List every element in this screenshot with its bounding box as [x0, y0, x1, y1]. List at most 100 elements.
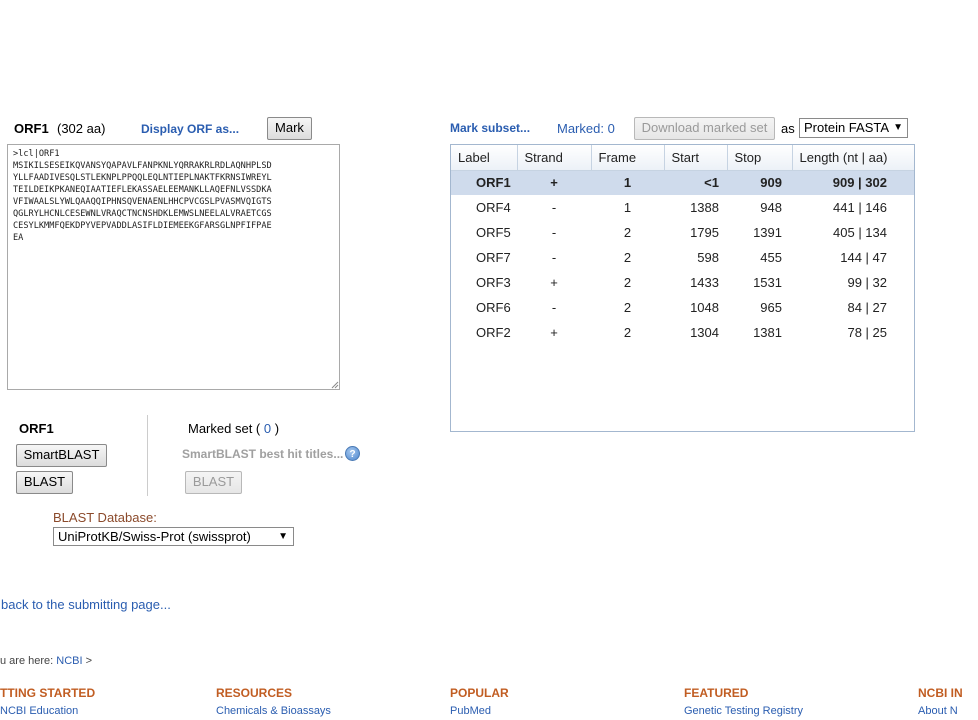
footer-link-chemicals[interactable]: Chemicals & Bioassays	[216, 705, 331, 717]
orf-cell-start: 1795	[690, 225, 719, 240]
orf-cell-length: 909 | 302	[792, 170, 914, 195]
footer-heading-resources: RESOURCES	[216, 686, 293, 700]
blast-database-select[interactable]: UniProtKB/Swiss-Prot (swissprot) ▼	[53, 527, 294, 546]
breadcrumb-ncbi-link[interactable]: NCBI	[56, 655, 82, 667]
footer-heading-getting-started: TTING STARTED	[0, 686, 96, 700]
orf-cell-length: 99 | 32	[847, 275, 887, 290]
blast-orf-label: ORF1	[19, 421, 54, 436]
orf-cell-start: 1304	[690, 325, 719, 340]
orf-cell-frame: 2	[623, 275, 632, 290]
mark-subset-link[interactable]: Mark subset...	[450, 121, 530, 135]
orf-cell-stop: 1381	[753, 325, 782, 340]
footer-heading-featured: FEATURED	[684, 686, 749, 700]
orf-cell-strand: -	[551, 250, 557, 265]
blast-marked-button[interactable]: BLAST	[185, 471, 242, 494]
orf-cell-frame: 2	[623, 325, 632, 340]
column-header-stop[interactable]: Stop	[727, 145, 793, 171]
orf-table-row[interactable]: ORF6 - 2 1048 965 84 | 27	[451, 295, 914, 320]
orf-cell-strand: -	[551, 225, 557, 240]
sequence-textarea[interactable]: >lcl|ORF1 MSIKILSESEIKQVANSYQAPAVLFANPKN…	[7, 144, 340, 390]
orf-cell-length: 144 | 47	[840, 250, 887, 265]
breadcrumb: u are here: NCBI >	[0, 655, 92, 667]
smartblast-hits-link: SmartBLAST best hit titles...	[182, 447, 344, 461]
marked-set-prefix: Marked set (	[188, 421, 261, 436]
footer-link-education[interactable]: NCBI Education	[0, 705, 78, 717]
orf-aa-count: (302 aa)	[57, 121, 106, 136]
orf-table-header: Label Strand Frame Start Stop Length (nt…	[451, 145, 914, 171]
orf-cell-label: ORF3	[476, 275, 511, 290]
orf-cell-strand: +	[550, 325, 558, 340]
orf-cell-frame: 2	[623, 225, 632, 240]
column-header-length[interactable]: Length (nt | aa)	[792, 145, 914, 171]
column-header-frame[interactable]: Frame	[591, 145, 665, 171]
orf-table-row[interactable]: ORF2 +2 1304 1381 78 | 25	[451, 320, 914, 345]
orf-cell-strand: +	[517, 170, 591, 195]
dropdown-arrow-icon: ▼	[278, 531, 288, 542]
orf-cell-frame: 1	[591, 170, 664, 195]
marked-count: Marked: 0	[557, 121, 615, 136]
footer-link-gtr[interactable]: Genetic Testing Registry	[684, 705, 803, 717]
marked-set-label: Marked set ( 0 )	[188, 421, 279, 436]
dropdown-arrow-icon: ▼	[893, 122, 903, 133]
column-header-start[interactable]: Start	[664, 145, 728, 171]
smartblast-button[interactable]: SmartBLAST	[16, 444, 107, 467]
orf-cell-frame: 2	[623, 300, 632, 315]
orf-cell-start: 1433	[690, 275, 719, 290]
footer-heading-ncbi-info: NCBI IN	[918, 686, 963, 700]
help-icon[interactable]: ?	[345, 446, 360, 461]
orf-cell-length: 405 | 134	[833, 225, 887, 240]
orf-table-row[interactable]: ORF1 +1 <1 909 909 | 302	[451, 170, 914, 195]
column-header-label[interactable]: Label	[451, 145, 518, 171]
download-format-select[interactable]: Protein FASTA ▼	[799, 118, 908, 138]
orf-cell-label: ORF2	[476, 325, 511, 340]
orf-cell-strand: -	[551, 300, 557, 315]
orf-table-row[interactable]: ORF5 - 2 1795 1391 405 | 134	[451, 220, 914, 245]
orf-cell-label: ORF1	[451, 170, 517, 195]
orf-cell-start: 1048	[690, 300, 719, 315]
orf-cell-stop: 965	[760, 300, 782, 315]
orf-cell-label: ORF7	[476, 250, 511, 265]
orf-cell-stop: 1531	[753, 275, 782, 290]
orf-cell-start: 598	[697, 250, 719, 265]
orf-cell-label: ORF4	[476, 200, 511, 215]
orf-cell-start: <1	[664, 170, 727, 195]
orf-cell-strand: -	[551, 200, 557, 215]
blast-database-value: UniProtKB/Swiss-Prot (swissprot)	[58, 529, 251, 544]
download-marked-set-button[interactable]: Download marked set	[634, 117, 775, 140]
resize-grip-icon[interactable]	[331, 381, 339, 389]
orf-table-row[interactable]: ORF3 +2 1433 1531 99 | 32	[451, 270, 914, 295]
orf-cell-frame: 2	[623, 250, 632, 265]
orf-cell-stop: 948	[760, 200, 782, 215]
orf-table-row[interactable]: ORF7 - 2 598 455 144 | 47	[451, 245, 914, 270]
orf-cell-length: 84 | 27	[847, 300, 887, 315]
orf-cell-stop: 455	[760, 250, 782, 265]
orf-cell-label: ORF5	[476, 225, 511, 240]
footer-link-pubmed[interactable]: PubMed	[450, 705, 491, 717]
download-format-value: Protein FASTA	[804, 120, 890, 135]
orf-cell-stop: 1391	[753, 225, 782, 240]
orf-cell-length: 441 | 146	[833, 200, 887, 215]
orf-table: Label Strand Frame Start Stop Length (nt…	[450, 144, 915, 432]
orf-cell-start: 1388	[690, 200, 719, 215]
orf-cell-length: 78 | 25	[847, 325, 887, 340]
orf-table-row[interactable]: ORF4 - 1 1388 948 441 | 146	[451, 195, 914, 220]
orf-cell-frame: 1	[623, 200, 632, 215]
footer-link-about[interactable]: About N	[918, 705, 958, 717]
footer-heading-popular: POPULAR	[450, 686, 509, 700]
orf-cell-stop: 909	[727, 170, 792, 195]
orf-cell-label: ORF6	[476, 300, 511, 315]
display-orf-link[interactable]: Display ORF as...	[141, 122, 239, 136]
column-header-strand[interactable]: Strand	[517, 145, 592, 171]
back-link[interactable]: back to the submitting page...	[1, 597, 171, 612]
marked-set-suffix: )	[274, 421, 280, 436]
orf-cell-strand: +	[550, 275, 558, 290]
orf-title: ORF1	[14, 121, 49, 136]
format-as-label: as	[781, 121, 795, 136]
breadcrumb-prefix: u are here:	[0, 655, 57, 667]
blast-database-label: BLAST Database:	[53, 510, 157, 525]
panel-divider	[147, 415, 148, 496]
blast-button[interactable]: BLAST	[16, 471, 73, 494]
marked-set-count: 0	[260, 421, 275, 436]
breadcrumb-separator: >	[82, 655, 93, 667]
mark-button[interactable]: Mark	[267, 117, 312, 140]
